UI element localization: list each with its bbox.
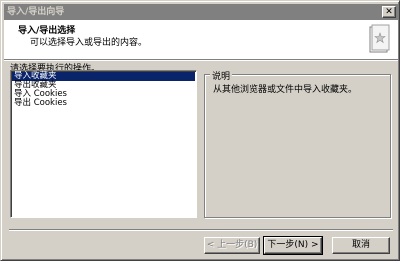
header-subtitle: 可以选择导入或导出的内容。 [30, 38, 148, 48]
back-button[interactable]: < 上一步(B) [204, 237, 260, 254]
description-groupbox [204, 74, 391, 218]
close-button[interactable]: ✕ [382, 6, 396, 18]
action-listbox[interactable]: 导入收藏夹 导出收藏夹 导入 Cookies 导出 Cookies [10, 70, 197, 218]
list-item-export-cookies[interactable]: 导出 Cookies [12, 99, 195, 108]
description-text: 从其他浏览器或文件中导入收藏夹。 [213, 85, 358, 95]
wizard-header: 导入/导出选择 可以选择导入或导出的内容。 [4, 20, 398, 59]
wizard-book-icon [369, 24, 390, 53]
title-bar[interactable]: 导入/导出向导 ✕ [4, 4, 398, 20]
cancel-button[interactable]: 取消 [332, 237, 390, 254]
description-legend: 说明 [210, 69, 233, 82]
wizard-dialog: 导入/导出向导 ✕ 导入/导出选择 可以选择导入或导出的内容。 请选择要执行的操… [0, 0, 400, 261]
close-icon: ✕ [385, 7, 393, 17]
next-button[interactable]: 下一步(N) > [263, 236, 323, 255]
footer-divider [9, 229, 393, 231]
window-title: 导入/导出向导 [7, 7, 65, 17]
